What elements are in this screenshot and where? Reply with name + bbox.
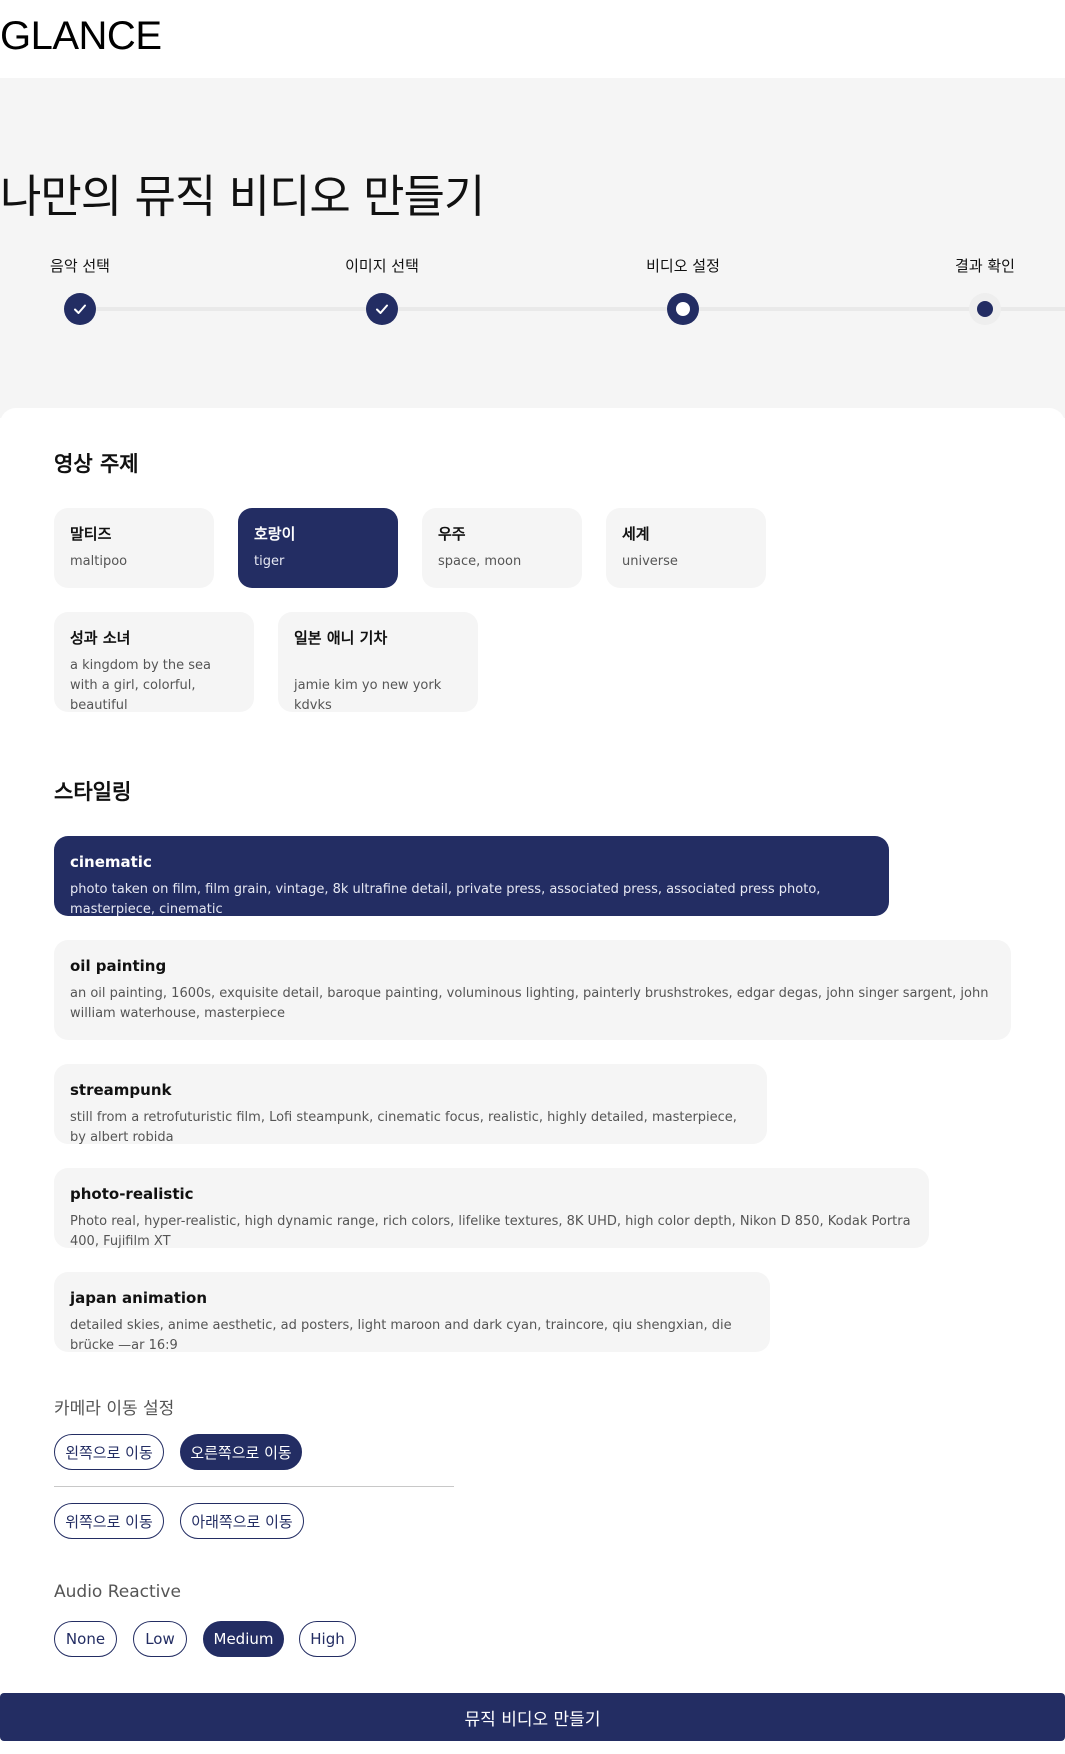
check-icon [366, 293, 398, 325]
stepper-track [80, 307, 1065, 311]
topic-card-universe[interactable]: 세계 universe [606, 508, 766, 588]
card-title: 세계 [622, 525, 650, 543]
card-desc: a kingdom by the sea with a girl, colorf… [70, 658, 212, 713]
card-title: streampunk [70, 1081, 172, 1099]
upcoming-step-icon [969, 293, 1001, 325]
topic-card-maltipoo[interactable]: 말티즈 maltipoo [54, 508, 214, 588]
style-card-japan-animation[interactable]: japan animation detailed skies, anime ae… [54, 1272, 770, 1353]
move-down-button[interactable]: 아래쪽으로 이동 [180, 1503, 304, 1539]
camera-section-title: 카메라 이동 설정 [54, 1399, 175, 1419]
step-select-music[interactable]: 음악 선택 [0, 255, 160, 325]
create-video-button[interactable]: 뮤직 비디오 만들기 [0, 1693, 1065, 1741]
audio-medium-button[interactable]: Medium [203, 1621, 284, 1657]
card-desc: maltipoo [70, 554, 128, 569]
card-title: oil painting [70, 957, 167, 975]
step-label: 음악 선택 [50, 257, 110, 275]
page-title: 나만의 뮤직 비디오 만들기 [0, 170, 485, 223]
camera-divider [54, 1486, 454, 1487]
card-desc: jamie kim yo new york kdvks [294, 678, 442, 713]
step-result[interactable]: 결과 확인 [905, 255, 1065, 325]
check-icon [64, 293, 96, 325]
current-step-icon [667, 293, 699, 325]
style-card-streampunk[interactable]: streampunk still from a retrofuturistic … [54, 1064, 767, 1145]
card-title: 성과 소녀 [70, 629, 131, 647]
card-title: japan animation [70, 1289, 208, 1307]
brand-logo[interactable]: GLANCE [0, 14, 162, 59]
audio-low-button[interactable]: Low [133, 1621, 187, 1657]
card-title: 말티즈 [70, 525, 112, 543]
hero-section: 나만의 뮤직 비디오 만들기 음악 선택 이미지 선택 비디오 설정 결과 확인 [0, 78, 1065, 418]
topic-card-castle-girl[interactable]: 성과 소녀 a kingdom by the sea with a girl, … [54, 612, 254, 713]
step-select-image[interactable]: 이미지 선택 [302, 255, 462, 325]
topic-section-title: 영상 주제 [54, 452, 139, 476]
card-desc: an oil painting, 1600s, exquisite detail… [70, 986, 989, 1021]
card-title: photo-realistic [70, 1185, 194, 1203]
style-card-cinematic[interactable]: cinematic photo taken on film, film grai… [54, 836, 889, 917]
card-desc: photo taken on film, film grain, vintage… [70, 882, 821, 917]
topic-card-tiger[interactable]: 호랑이 tiger [238, 508, 398, 588]
topic-card-space[interactable]: 우주 space, moon [422, 508, 582, 588]
step-video-settings[interactable]: 비디오 설정 [603, 255, 763, 325]
audio-section-title: Audio Reactive [54, 1582, 181, 1602]
card-desc: space, moon [438, 554, 522, 569]
styling-section-title: 스타일링 [54, 780, 132, 804]
step-label: 비디오 설정 [646, 257, 720, 275]
progress-stepper: 음악 선택 이미지 선택 비디오 설정 결과 확인 [0, 255, 1065, 335]
card-title: 우주 [438, 525, 466, 543]
audio-high-button[interactable]: High [299, 1621, 356, 1657]
topic-card-anime-train[interactable]: 일본 애니 기차 jamie kim yo new york kdvks [278, 612, 478, 713]
move-left-button[interactable]: 왼쪽으로 이동 [54, 1434, 164, 1470]
step-label: 결과 확인 [955, 257, 1015, 275]
step-label: 이미지 선택 [345, 257, 419, 275]
card-title: 일본 애니 기차 [294, 629, 388, 647]
style-card-oil-painting[interactable]: oil painting an oil painting, 1600s, exq… [54, 940, 1011, 1040]
card-title: cinematic [70, 853, 152, 871]
audio-none-button[interactable]: None [54, 1621, 117, 1657]
card-desc: tiger [254, 554, 285, 569]
card-title: 호랑이 [254, 525, 296, 543]
card-desc: universe [622, 554, 678, 569]
move-up-button[interactable]: 위쪽으로 이동 [54, 1503, 164, 1539]
card-desc: still from a retrofuturistic film, Lofi … [70, 1110, 737, 1145]
card-desc: detailed skies, anime aesthetic, ad post… [70, 1318, 732, 1353]
style-card-photo-realistic[interactable]: photo-realistic Photo real, hyper-realis… [54, 1168, 929, 1249]
top-bar: GLANCE [0, 0, 1065, 78]
move-right-button[interactable]: 오른쪽으로 이동 [180, 1434, 302, 1470]
card-desc: Photo real, hyper-realistic, high dynami… [70, 1214, 911, 1249]
